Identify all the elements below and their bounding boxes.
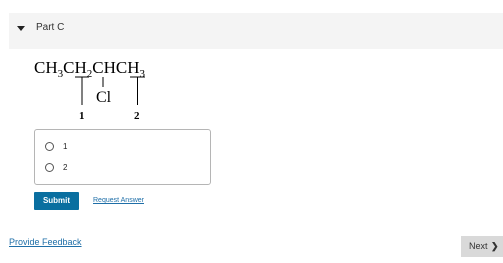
part-header[interactable]: Part C xyxy=(9,13,503,49)
choice-label-1: 1 xyxy=(63,142,68,151)
svg-text:CH3CH2CHCH3: CH3CH2CHCH3 xyxy=(34,58,145,80)
submit-button[interactable]: Submit xyxy=(34,192,79,210)
next-button[interactable]: Next ❯ xyxy=(461,236,503,257)
choice-label-2: 2 xyxy=(63,163,68,172)
structure-group-ch-1: CH xyxy=(34,58,58,77)
caret-down-icon[interactable] xyxy=(17,26,25,31)
next-label: Next xyxy=(469,241,488,251)
request-answer-link[interactable]: Request Answer xyxy=(93,197,144,204)
choice-option-2[interactable]: 2 xyxy=(45,163,67,172)
chevron-right-icon: ❯ xyxy=(491,241,499,251)
question-page: Part C CH3CH2CHCH3 Cl 1 2 1 2 Submit Req… xyxy=(0,0,503,263)
structure-subscript-3: 3 xyxy=(139,68,145,80)
choice-option-1[interactable]: 1 xyxy=(45,142,67,151)
structure-group-ch-2: CH xyxy=(63,58,87,77)
provide-feedback-link[interactable]: Provide Feedback xyxy=(9,237,82,247)
radio-button-1[interactable] xyxy=(45,142,54,151)
part-title: Part C xyxy=(36,22,65,33)
bracket-label-2: 2 xyxy=(134,110,140,122)
bracket-label-1: 1 xyxy=(79,110,85,122)
answer-choices: 1 2 xyxy=(34,129,211,185)
structure-group-chch: CHCH xyxy=(92,58,139,77)
chlorine-label: Cl xyxy=(96,89,112,106)
radio-button-2[interactable] xyxy=(45,163,54,172)
chemical-structure: CH3CH2CHCH3 Cl 1 2 xyxy=(34,58,145,122)
